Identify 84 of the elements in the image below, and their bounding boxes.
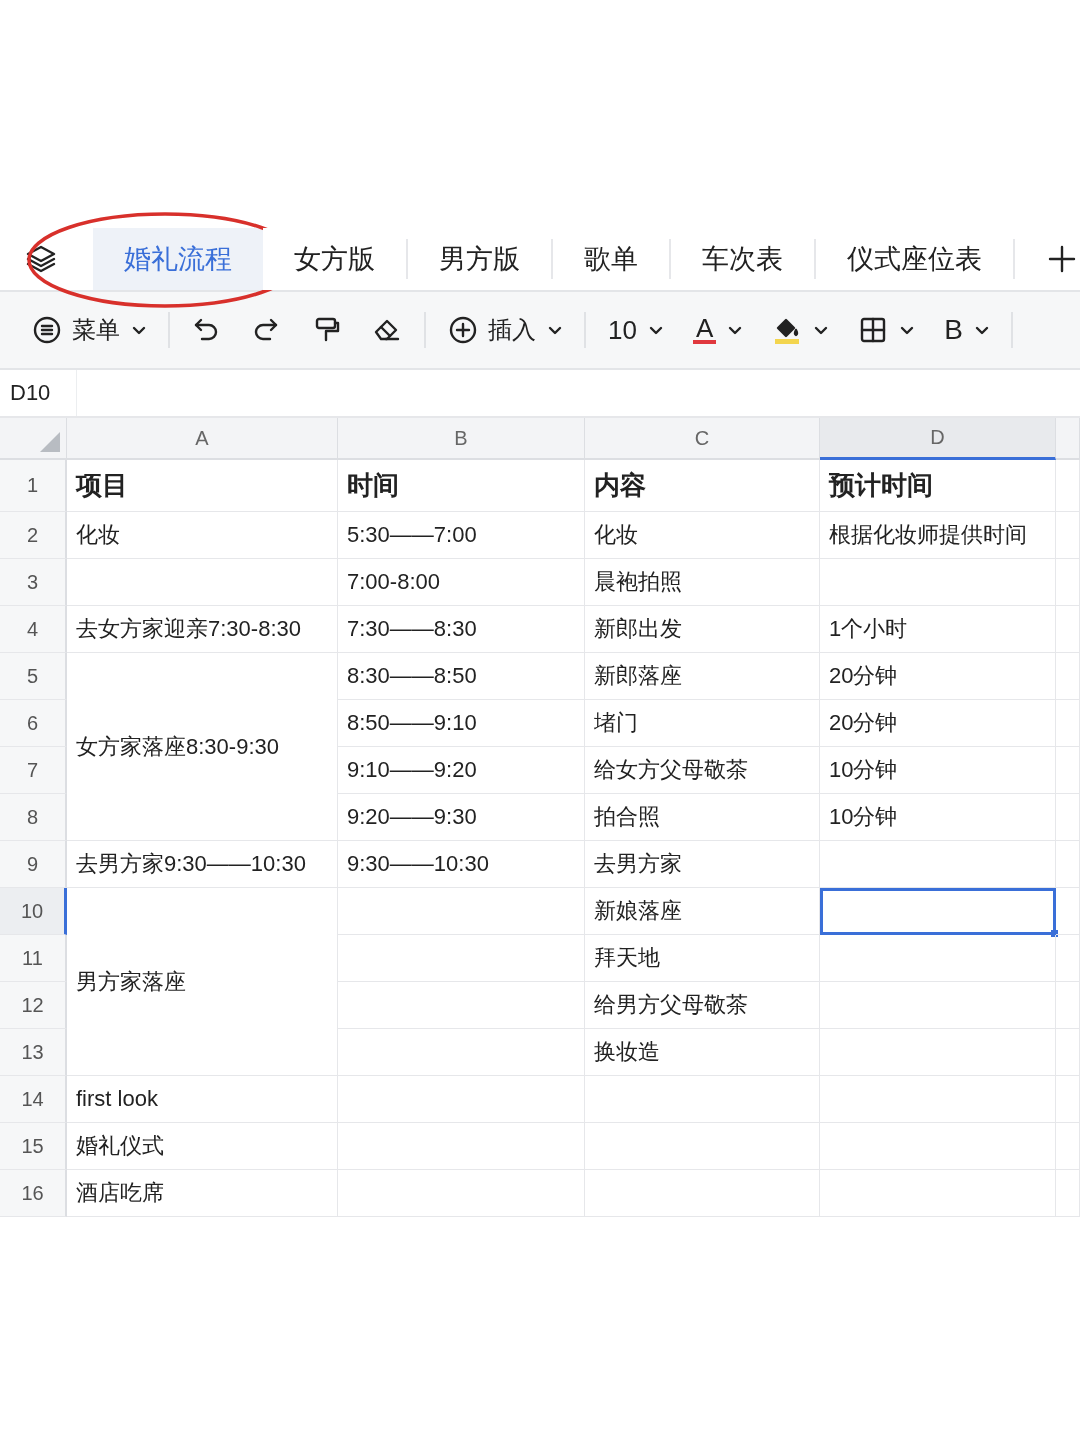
empty-cell (1056, 606, 1080, 653)
table-cell: 8:30——8:50 (338, 653, 585, 700)
row-header[interactable]: 4 (0, 606, 67, 653)
row-header[interactable]: 9 (0, 841, 67, 888)
table-cell: 20分钟 (820, 700, 1056, 747)
table-cell: 9:10——9:20 (338, 747, 585, 794)
column-title: 时间 (338, 460, 585, 512)
row-header[interactable]: 12 (0, 982, 67, 1029)
column-header[interactable]: C (585, 418, 820, 460)
table-cell: 10分钟 (820, 794, 1056, 841)
table-cell: 晨袍拍照 (585, 559, 820, 606)
table-cell: 5:30——7:00 (338, 512, 585, 559)
bold-button[interactable]: B (936, 308, 997, 352)
fill-handle[interactable] (1051, 930, 1058, 937)
empty-cell (1056, 700, 1080, 747)
table-cell: 9:30——10:30 (338, 841, 585, 888)
empty-cell (1056, 1123, 1080, 1170)
table-cell: 根据化妆师提供时间 (820, 512, 1056, 559)
menu-icon (32, 315, 62, 345)
empty-cell (1056, 1076, 1080, 1123)
row-header[interactable]: 5 (0, 653, 67, 700)
column-header[interactable]: D (820, 418, 1056, 460)
row-header[interactable]: 6 (0, 700, 67, 747)
table-cell: 化妆 (67, 512, 338, 559)
table-cell: 去女方家迎亲7:30-8:30 (67, 606, 338, 653)
row-header[interactable]: 14 (0, 1076, 67, 1123)
row-header[interactable]: 7 (0, 747, 67, 794)
empty-cell (1056, 512, 1080, 559)
empty-cell (1056, 559, 1080, 606)
empty-cell (1056, 841, 1080, 888)
table-cell: 换妆造 (585, 1029, 820, 1076)
empty-cell (1056, 794, 1080, 841)
row-header[interactable]: 2 (0, 512, 67, 559)
table-cell: 给男方父母敬茶 (585, 982, 820, 1029)
menu-button[interactable]: 菜单 (24, 308, 154, 352)
table-cell: 新郎出发 (585, 606, 820, 653)
table-cell: 10分钟 (820, 747, 1056, 794)
table-cell: 化妆 (585, 512, 820, 559)
sheet-tab[interactable]: 婚礼流程 (93, 228, 263, 290)
table-cell: 8:50——9:10 (338, 700, 585, 747)
add-sheet-icon[interactable] (1047, 244, 1077, 274)
table-cell: 1个小时 (820, 606, 1056, 653)
row-header[interactable]: 15 (0, 1123, 67, 1170)
table-cell: first look (67, 1076, 338, 1123)
table-cell: 堵门 (585, 700, 820, 747)
table-cell: 新郎落座 (585, 653, 820, 700)
active-cell[interactable] (820, 888, 1056, 935)
empty-cell (1056, 1029, 1080, 1076)
table-cell: 7:00-8:00 (338, 559, 585, 606)
row-header[interactable]: 16 (0, 1170, 67, 1217)
table-cell: 拜天地 (585, 935, 820, 982)
empty-cell (1056, 747, 1080, 794)
row-header[interactable]: 13 (0, 1029, 67, 1076)
table-cell: 拍合照 (585, 794, 820, 841)
font-size-button[interactable]: 10 (600, 308, 671, 352)
empty-cell (1056, 888, 1080, 935)
table-cell: 20分钟 (820, 653, 1056, 700)
row-header[interactable]: 3 (0, 559, 67, 606)
empty-cell (1056, 982, 1080, 1029)
table-cell: 酒店吃席 (67, 1170, 338, 1217)
layers-icon[interactable] (25, 243, 57, 275)
text-color-button[interactable]: A (684, 310, 751, 350)
empty-cell (1056, 935, 1080, 982)
empty-cell (1056, 653, 1080, 700)
table-cell: 新娘落座 (585, 888, 820, 935)
add-icon (448, 315, 478, 345)
column-title: 预计时间 (820, 460, 1056, 512)
column-title: 项目 (67, 460, 338, 512)
table-cell: 给女方父母敬茶 (585, 747, 820, 794)
table-cell: 去男方家 (585, 841, 820, 888)
cell-reference: D10 (0, 370, 77, 416)
table-cell: 9:20——9:30 (338, 794, 585, 841)
row-header[interactable]: 8 (0, 794, 67, 841)
insert-button[interactable]: 插入 (440, 308, 570, 352)
table-cell: 7:30——8:30 (338, 606, 585, 653)
column-header[interactable]: B (338, 418, 585, 460)
row-header[interactable]: 1 (0, 460, 67, 512)
table-cell: 去男方家9:30——10:30 (67, 841, 338, 888)
row-header[interactable]: 10 (0, 888, 67, 935)
column-title: 内容 (585, 460, 820, 512)
column-header[interactable]: A (67, 418, 338, 460)
row-header[interactable]: 11 (0, 935, 67, 982)
table-cell: 婚礼仪式 (67, 1123, 338, 1170)
empty-cell (1056, 1170, 1080, 1217)
